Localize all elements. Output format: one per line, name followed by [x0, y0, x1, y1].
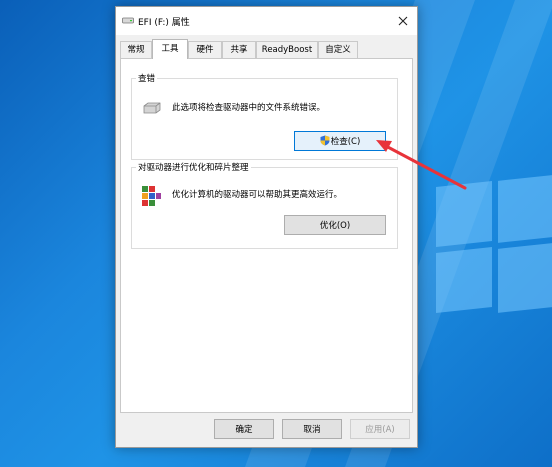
cancel-button[interactable]: 取消 [282, 419, 342, 439]
tab-general[interactable]: 常规 [120, 41, 152, 58]
close-button[interactable] [389, 7, 417, 35]
tab-hardware[interactable]: 硬件 [188, 41, 222, 58]
optimize-group: 对驱动器进行优化和碎片整理 优化计算机的驱动器可以帮助其更高效运行。 优化(O) [131, 161, 398, 249]
logo-pane [498, 175, 552, 243]
drive-icon [122, 17, 134, 24]
properties-dialog: EFI (F:) 属性 常规 工具 硬件 共享 ReadyBoost 自定义 查… [115, 6, 418, 448]
check-button-label: 检查(C) [330, 137, 361, 147]
tab-customize[interactable]: 自定义 [318, 41, 358, 58]
tools-panel: 查错 此选项将检查驱动器中的文件系统错误。 检查(C) 对驱动器进行优化和碎片整… [120, 58, 413, 413]
logo-pane [498, 243, 552, 313]
apply-button[interactable]: 应用(A) [350, 419, 410, 439]
tab-sharing[interactable]: 共享 [222, 41, 256, 58]
title-bar[interactable]: EFI (F:) 属性 [116, 7, 417, 35]
defrag-icon [142, 186, 161, 206]
logo-pane [436, 181, 492, 247]
logo-pane [436, 247, 492, 313]
error-check-group: 查错 此选项将检查驱动器中的文件系统错误。 检查(C) [131, 72, 398, 160]
uac-shield-icon [320, 135, 330, 146]
close-icon [398, 16, 408, 26]
error-check-description: 此选项将检查驱动器中的文件系统错误。 [172, 103, 326, 113]
optimize-button[interactable]: 优化(O) [284, 215, 386, 235]
drive-icon [143, 102, 161, 114]
optimize-title: 对驱动器进行优化和碎片整理 [136, 161, 251, 173]
window-title: EFI (F:) 属性 [138, 18, 190, 28]
check-button[interactable]: 检查(C) [294, 131, 386, 151]
optimize-description: 优化计算机的驱动器可以帮助其更高效运行。 [172, 190, 343, 200]
error-check-title: 查错 [136, 72, 158, 84]
tab-tools[interactable]: 工具 [152, 39, 188, 59]
tab-readyboost[interactable]: ReadyBoost [256, 41, 318, 58]
ok-button[interactable]: 确定 [214, 419, 274, 439]
